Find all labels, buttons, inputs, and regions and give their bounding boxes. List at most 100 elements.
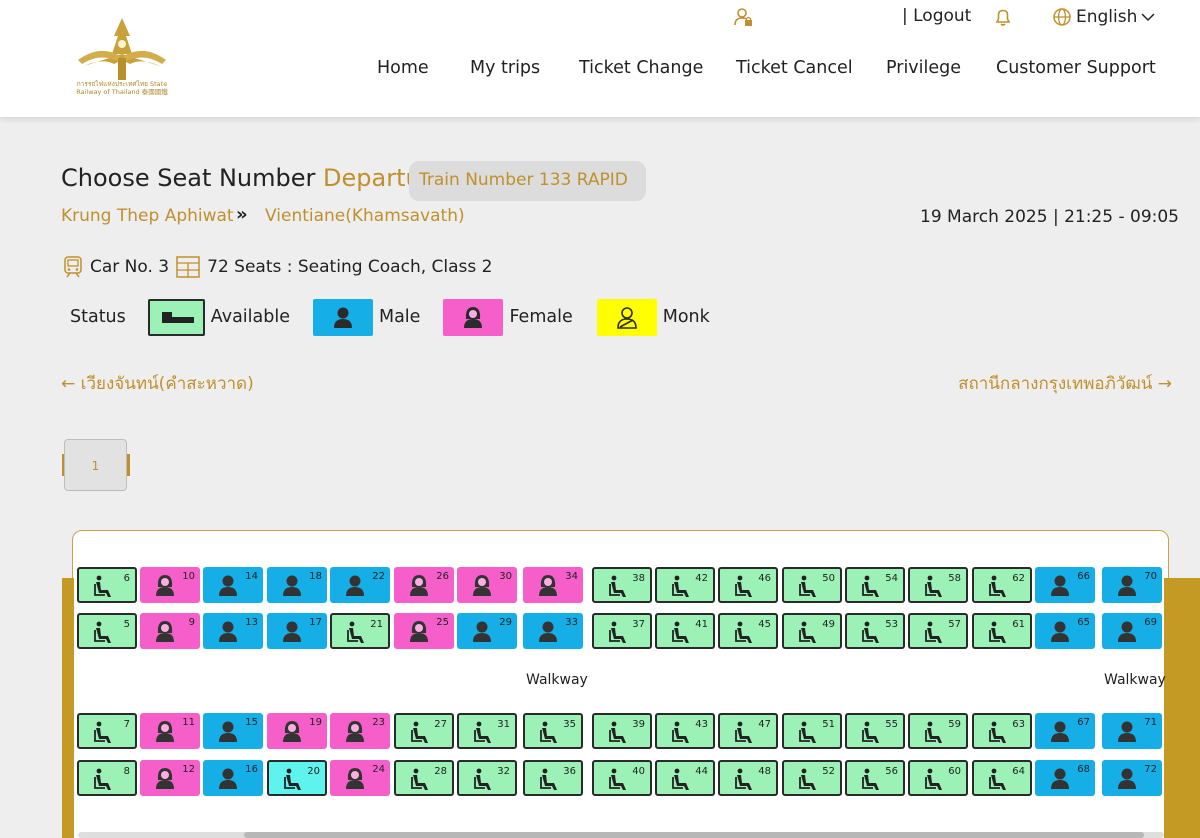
seat-number: 69 bbox=[1144, 617, 1157, 628]
seat-22[interactable]: 22 bbox=[330, 567, 390, 603]
seat-57[interactable]: 57 bbox=[908, 613, 968, 649]
seat-11[interactable]: 11 bbox=[140, 713, 200, 749]
seat-56[interactable]: 56 bbox=[845, 760, 905, 796]
logout-link[interactable]: | Logout bbox=[902, 6, 971, 28]
seat-49[interactable]: 49 bbox=[782, 613, 842, 649]
seat-26[interactable]: 26 bbox=[394, 567, 454, 603]
seat-number: 30 bbox=[499, 571, 512, 582]
seat-39[interactable]: 39 bbox=[592, 713, 652, 749]
seat-7[interactable]: 7 bbox=[77, 713, 137, 749]
seat-29[interactable]: 29 bbox=[457, 613, 517, 649]
seat-44[interactable]: 44 bbox=[655, 760, 715, 796]
car-tab-1[interactable]: 1 bbox=[64, 439, 127, 491]
seat-8[interactable]: 8 bbox=[77, 760, 137, 796]
seat-48[interactable]: 48 bbox=[718, 760, 778, 796]
seat-69[interactable]: 69 bbox=[1102, 613, 1162, 649]
seat-15[interactable]: 15 bbox=[203, 713, 263, 749]
seat-59[interactable]: 59 bbox=[908, 713, 968, 749]
seat-24[interactable]: 24 bbox=[330, 760, 390, 796]
scrollbar-thumb[interactable] bbox=[244, 832, 1144, 838]
user-lock-icon[interactable] bbox=[733, 7, 753, 27]
seat-53[interactable]: 53 bbox=[845, 613, 905, 649]
seat-35[interactable]: 35 bbox=[523, 713, 583, 749]
seat-30[interactable]: 30 bbox=[457, 567, 517, 603]
seat-38[interactable]: 38 bbox=[592, 567, 652, 603]
wheelchair-seat-icon bbox=[735, 621, 752, 643]
seat-40[interactable]: 40 bbox=[592, 760, 652, 796]
seat-28[interactable]: 28 bbox=[394, 760, 454, 796]
seat-72[interactable]: 72 bbox=[1102, 760, 1162, 796]
seat-54[interactable]: 54 bbox=[845, 567, 905, 603]
seat-number: 47 bbox=[758, 719, 771, 730]
seat-47[interactable]: 47 bbox=[718, 713, 778, 749]
seat-51[interactable]: 51 bbox=[782, 713, 842, 749]
seat-34[interactable]: 34 bbox=[523, 567, 583, 603]
seat-61[interactable]: 61 bbox=[972, 613, 1032, 649]
seat-18[interactable]: 18 bbox=[267, 567, 327, 603]
seat-31[interactable]: 31 bbox=[457, 713, 517, 749]
seat-number: 49 bbox=[822, 619, 835, 630]
seat-14[interactable]: 14 bbox=[203, 567, 263, 603]
direction-left-label: เวียงจันทน์(คำสะหวาด) bbox=[80, 374, 254, 394]
seat-71[interactable]: 71 bbox=[1102, 713, 1162, 749]
seat-number: 63 bbox=[1012, 719, 1025, 730]
train-number-badge: Train Number 133 RAPID bbox=[409, 161, 646, 201]
nav-my-trips[interactable]: My trips bbox=[470, 58, 540, 78]
seat-50[interactable]: 50 bbox=[782, 567, 842, 603]
seat-5[interactable]: 5 bbox=[77, 613, 137, 649]
seat-43[interactable]: 43 bbox=[655, 713, 715, 749]
nav-customer-support[interactable]: Customer Support bbox=[996, 58, 1156, 78]
nav-ticket-cancel[interactable]: Ticket Cancel bbox=[736, 58, 853, 78]
seat-58[interactable]: 58 bbox=[908, 567, 968, 603]
seat-number: 70 bbox=[1144, 571, 1157, 582]
seat-55[interactable]: 55 bbox=[845, 713, 905, 749]
bell-icon[interactable] bbox=[993, 7, 1013, 27]
wheelchair-seat-icon bbox=[540, 721, 557, 743]
seat-62[interactable]: 62 bbox=[972, 567, 1032, 603]
seat-23[interactable]: 23 bbox=[330, 713, 390, 749]
seat-number: 16 bbox=[245, 764, 258, 775]
seat-45[interactable]: 45 bbox=[718, 613, 778, 649]
seat-27[interactable]: 27 bbox=[394, 713, 454, 749]
seat-20[interactable]: 20 bbox=[267, 760, 327, 796]
monk-icon bbox=[616, 307, 637, 329]
seat-36[interactable]: 36 bbox=[523, 760, 583, 796]
wheelchair-seat-icon bbox=[862, 575, 879, 597]
seat-63[interactable]: 63 bbox=[972, 713, 1032, 749]
seat-68[interactable]: 68 bbox=[1035, 760, 1095, 796]
seat-65[interactable]: 65 bbox=[1035, 613, 1095, 649]
seat-9[interactable]: 9 bbox=[140, 613, 200, 649]
seat-70[interactable]: 70 bbox=[1102, 567, 1162, 603]
male-icon bbox=[1051, 575, 1069, 596]
nav-home[interactable]: Home bbox=[377, 58, 429, 78]
seat-42[interactable]: 42 bbox=[655, 567, 715, 603]
seat-number: 65 bbox=[1077, 617, 1090, 628]
seat-10[interactable]: 10 bbox=[140, 567, 200, 603]
seat-41[interactable]: 41 bbox=[655, 613, 715, 649]
seat-60[interactable]: 60 bbox=[908, 760, 968, 796]
seat-25[interactable]: 25 bbox=[394, 613, 454, 649]
seat-64[interactable]: 64 bbox=[972, 760, 1032, 796]
seat-19[interactable]: 19 bbox=[267, 713, 327, 749]
legend-female-swatch bbox=[443, 298, 504, 336]
seat-13[interactable]: 13 bbox=[203, 613, 263, 649]
seat-67[interactable]: 67 bbox=[1035, 713, 1095, 749]
seat-52[interactable]: 52 bbox=[782, 760, 842, 796]
seat-66[interactable]: 66 bbox=[1035, 567, 1095, 603]
nav-privilege[interactable]: Privilege bbox=[886, 58, 961, 78]
seat-6[interactable]: 6 bbox=[77, 567, 137, 603]
seat-33[interactable]: 33 bbox=[523, 613, 583, 649]
seatmap-scrollbar[interactable] bbox=[78, 832, 1164, 838]
seat-12[interactable]: 12 bbox=[140, 760, 200, 796]
seat-32[interactable]: 32 bbox=[457, 760, 517, 796]
nav-ticket-change[interactable]: Ticket Change bbox=[579, 58, 703, 78]
seat-number: 14 bbox=[245, 571, 258, 582]
seat-46[interactable]: 46 bbox=[718, 567, 778, 603]
seat-17[interactable]: 17 bbox=[267, 613, 327, 649]
wheelchair-seat-icon bbox=[672, 621, 689, 643]
language-selector[interactable]: English bbox=[1052, 6, 1155, 28]
seat-21[interactable]: 21 bbox=[330, 613, 390, 649]
seat-37[interactable]: 37 bbox=[592, 613, 652, 649]
seat-16[interactable]: 16 bbox=[203, 760, 263, 796]
wheelchair-seat-icon bbox=[799, 721, 816, 743]
